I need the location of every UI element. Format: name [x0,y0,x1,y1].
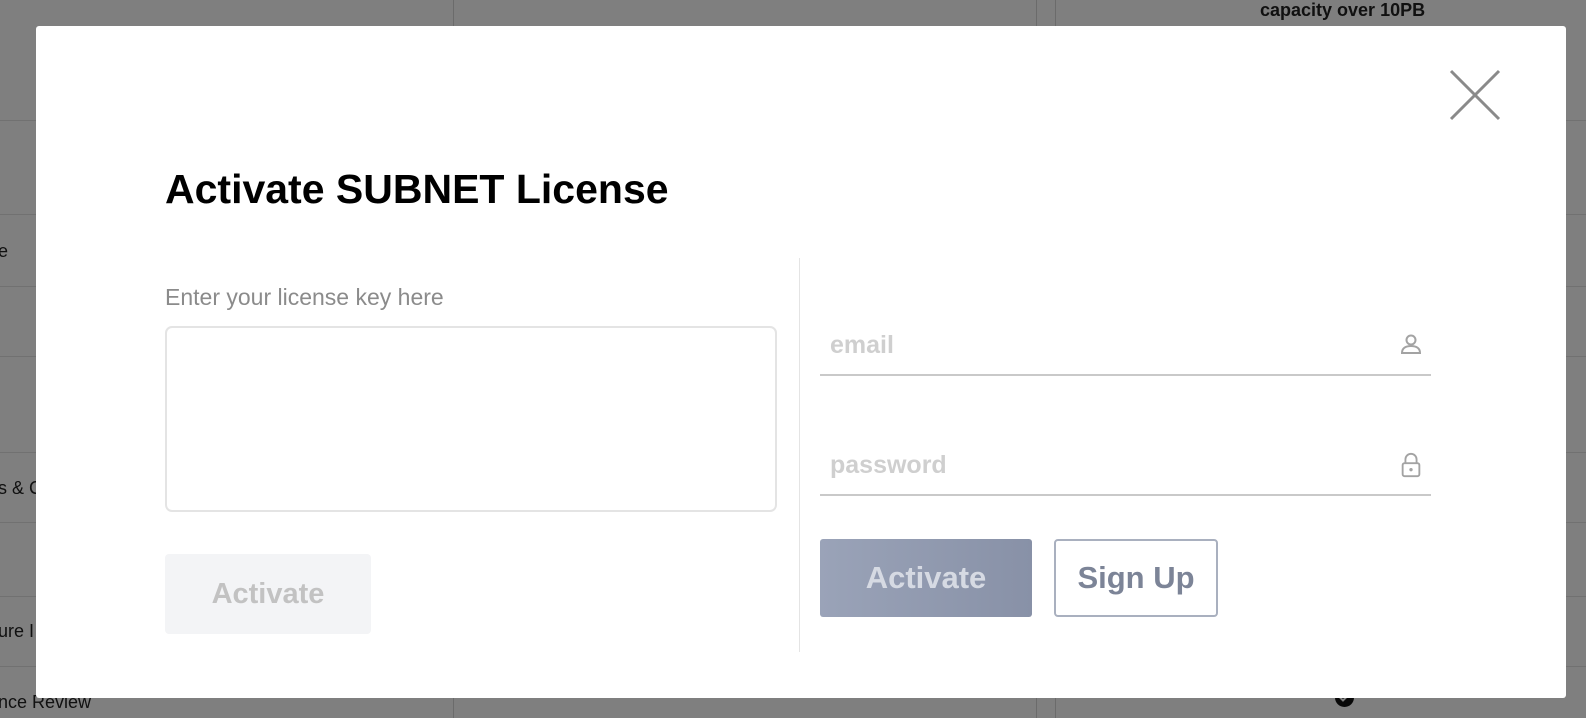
password-field [820,438,1431,496]
user-icon [1400,334,1422,354]
password-input[interactable] [820,438,1400,492]
activate-license-modal: Activate SUBNET License Enter your licen… [36,26,1566,698]
close-button[interactable] [1449,69,1501,121]
activate-subnet-button[interactable]: Activate [820,539,1032,617]
license-key-label: Enter your license key here [165,284,444,310]
column-divider [799,258,800,652]
modal-title: Activate SUBNET License [165,166,669,212]
sign-up-button[interactable]: Sign Up [1054,539,1218,617]
email-field [820,318,1431,376]
license-key-textarea[interactable] [165,326,777,512]
lock-icon [1401,452,1421,478]
email-input[interactable] [820,318,1400,372]
activate-license-key-button[interactable]: Activate [165,554,371,634]
close-icon [1449,69,1501,121]
